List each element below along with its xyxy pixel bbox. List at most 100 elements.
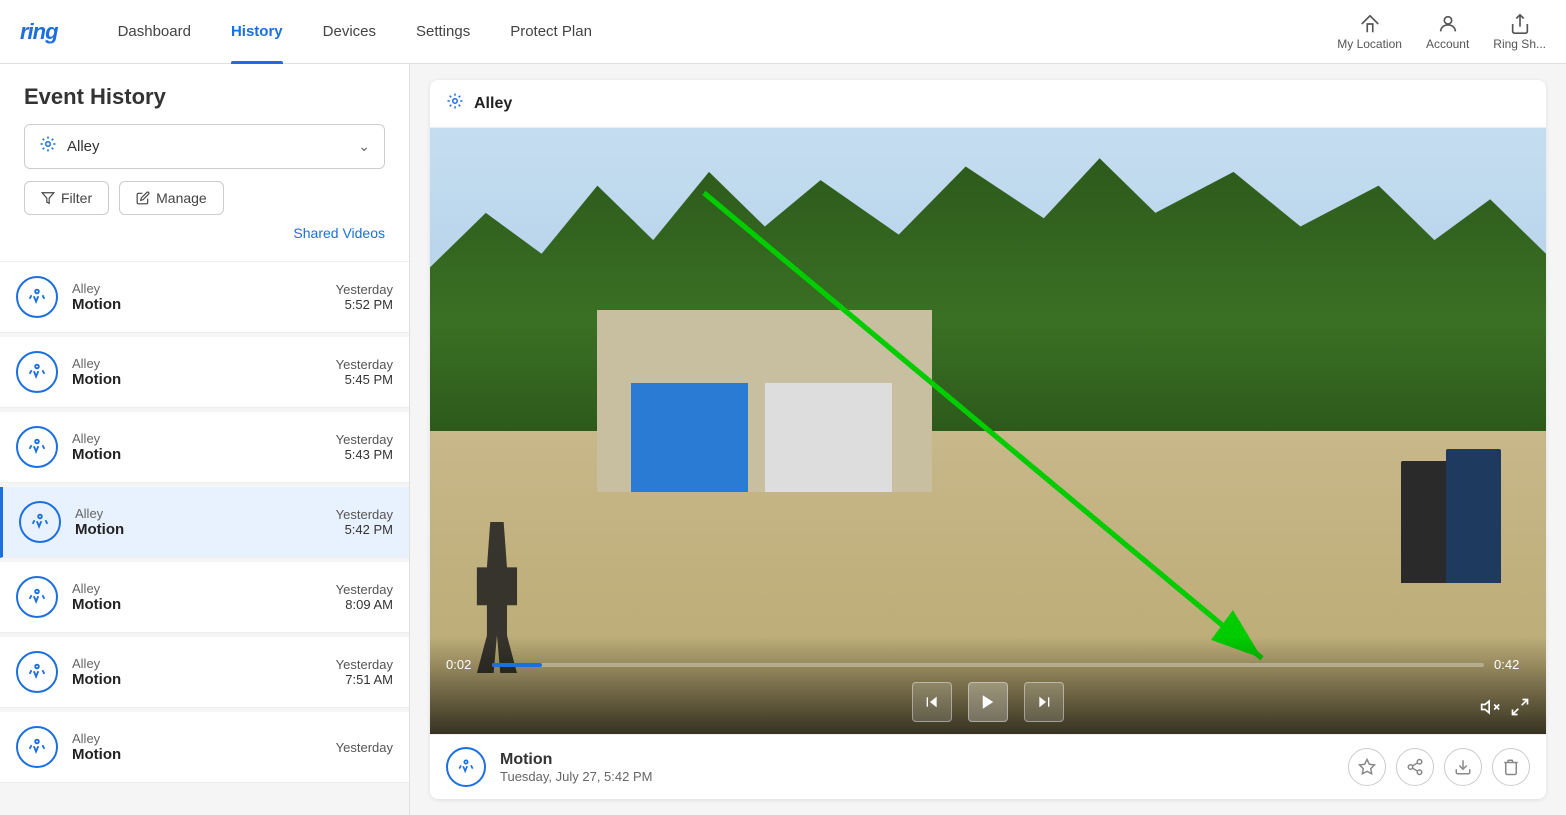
event-date-5: Yesterday (336, 582, 393, 597)
video-footer-date: Tuesday, July 27, 5:42 PM (500, 769, 1348, 784)
event-date-6: Yesterday (336, 657, 393, 672)
shared-videos-link[interactable]: Shared Videos (24, 215, 385, 245)
total-time: 0:42 (1494, 657, 1530, 672)
event-type-5: Motion (72, 596, 336, 613)
event-device-7: Alley (72, 731, 336, 746)
event-info-7: Alley Motion (72, 731, 336, 763)
share-button[interactable] (1396, 748, 1434, 786)
event-time-col-3: Yesterday 5:43 PM (336, 432, 393, 462)
event-icon-circle-7 (16, 726, 58, 768)
mute-button[interactable] (1480, 697, 1500, 722)
nav-dashboard[interactable]: Dashboard (98, 0, 211, 64)
skip-back-button[interactable] (912, 682, 952, 722)
event-item-6[interactable]: Alley Motion Yesterday 7:51 AM (0, 637, 409, 708)
star-button[interactable] (1348, 748, 1386, 786)
ring-share-icon (1509, 13, 1531, 35)
account-button[interactable]: Account (1426, 13, 1469, 51)
video-card: Alley (430, 80, 1546, 799)
motion-icon (26, 436, 48, 458)
video-footer: Motion Tuesday, July 27, 5:42 PM (430, 734, 1546, 799)
fullscreen-button[interactable] (1510, 697, 1530, 722)
motion-icon (26, 661, 48, 683)
event-device-3: Alley (72, 431, 336, 446)
share-icon (1406, 758, 1424, 776)
video-footer-info: Motion Tuesday, July 27, 5:42 PM (500, 751, 1348, 784)
event-item-7[interactable]: Alley Motion Yesterday (0, 712, 409, 783)
download-icon (1454, 758, 1472, 776)
event-item-4[interactable]: Alley Motion Yesterday 5:42 PM (0, 487, 409, 558)
event-item-5[interactable]: Alley Motion Yesterday 8:09 AM (0, 562, 409, 633)
motion-icon (26, 736, 48, 758)
motion-icon (26, 286, 48, 308)
event-time-col-6: Yesterday 7:51 AM (336, 657, 393, 687)
event-info-3: Alley Motion (72, 431, 336, 463)
garage-building (597, 310, 932, 492)
filter-icon (41, 191, 55, 205)
event-icon-circle-2 (16, 351, 58, 393)
garbage-bin-2 (1446, 449, 1502, 582)
event-item-2[interactable]: Alley Motion Yesterday 5:45 PM (0, 337, 409, 408)
event-time-col-5: Yesterday 8:09 AM (336, 582, 393, 612)
video-footer-type: Motion (500, 751, 1348, 769)
event-info-4: Alley Motion (75, 506, 336, 538)
motion-icon (29, 511, 51, 533)
video-card-device-icon (446, 92, 464, 115)
event-time-1: 5:52 PM (336, 297, 393, 312)
skip-forward-button[interactable] (1024, 682, 1064, 722)
delete-icon (1502, 758, 1520, 776)
event-type-6: Motion (72, 671, 336, 688)
event-time-col-2: Yesterday 5:45 PM (336, 357, 393, 387)
sidebar: Event History Alley ⌄ Filter Manage Shar… (0, 64, 410, 815)
video-footer-actions (1348, 748, 1530, 786)
event-device-4: Alley (75, 506, 336, 521)
progress-bar[interactable] (492, 663, 1484, 667)
sidebar-header: Event History Alley ⌄ Filter Manage Shar… (0, 64, 409, 262)
event-time-col-4: Yesterday 5:42 PM (336, 507, 393, 537)
skip-back-icon (924, 694, 940, 710)
main-layout: Event History Alley ⌄ Filter Manage Shar… (0, 64, 1566, 815)
current-time: 0:02 (446, 657, 482, 672)
event-type-7: Motion (72, 746, 336, 763)
event-item-1[interactable]: Alley Motion Yesterday 5:52 PM (0, 262, 409, 333)
download-button[interactable] (1444, 748, 1482, 786)
video-container[interactable]: 0:02 0:42 (430, 128, 1546, 734)
home-icon (1359, 13, 1381, 35)
ring-share-button[interactable]: Ring Sh... (1493, 13, 1546, 51)
device-select[interactable]: Alley ⌄ (24, 124, 385, 169)
play-button[interactable] (968, 682, 1008, 722)
event-list: Alley Motion Yesterday 5:52 PM Alley Mot… (0, 262, 409, 815)
event-icon-circle-6 (16, 651, 58, 693)
nav-history[interactable]: History (211, 0, 303, 64)
my-location-button[interactable]: My Location (1337, 13, 1402, 51)
play-icon (979, 693, 997, 711)
delete-button[interactable] (1492, 748, 1530, 786)
ring-share-label: Ring Sh... (1493, 37, 1546, 51)
star-icon (1358, 758, 1376, 776)
event-device-6: Alley (72, 656, 336, 671)
event-time-col-7: Yesterday (336, 740, 393, 755)
sidebar-title: Event History (24, 84, 385, 110)
progress-bar-container: 0:02 0:42 (446, 657, 1530, 672)
event-type-3: Motion (72, 446, 336, 463)
event-time-4: 5:42 PM (336, 522, 393, 537)
event-info-2: Alley Motion (72, 356, 336, 388)
header-right: My Location Account Ring Sh... (1337, 13, 1546, 51)
account-label: Account (1426, 37, 1469, 51)
chevron-down-icon: ⌄ (358, 138, 370, 155)
manage-button[interactable]: Manage (119, 181, 224, 215)
filter-button[interactable]: Filter (24, 181, 109, 215)
device-select-label: Alley (67, 138, 358, 155)
video-panel: Alley (410, 64, 1566, 815)
logo[interactable]: ring (20, 19, 58, 45)
header: ring Dashboard History Devices Settings … (0, 0, 1566, 64)
nav-protect-plan[interactable]: Protect Plan (490, 0, 612, 64)
event-item-3[interactable]: Alley Motion Yesterday 5:43 PM (0, 412, 409, 483)
event-device-5: Alley (72, 581, 336, 596)
event-date-1: Yesterday (336, 282, 393, 297)
manage-icon (136, 191, 150, 205)
nav-devices[interactable]: Devices (303, 0, 396, 64)
person-icon (1437, 13, 1459, 35)
video-card-title: Alley (474, 95, 512, 113)
playback-controls (446, 682, 1530, 722)
nav-settings[interactable]: Settings (396, 0, 490, 64)
